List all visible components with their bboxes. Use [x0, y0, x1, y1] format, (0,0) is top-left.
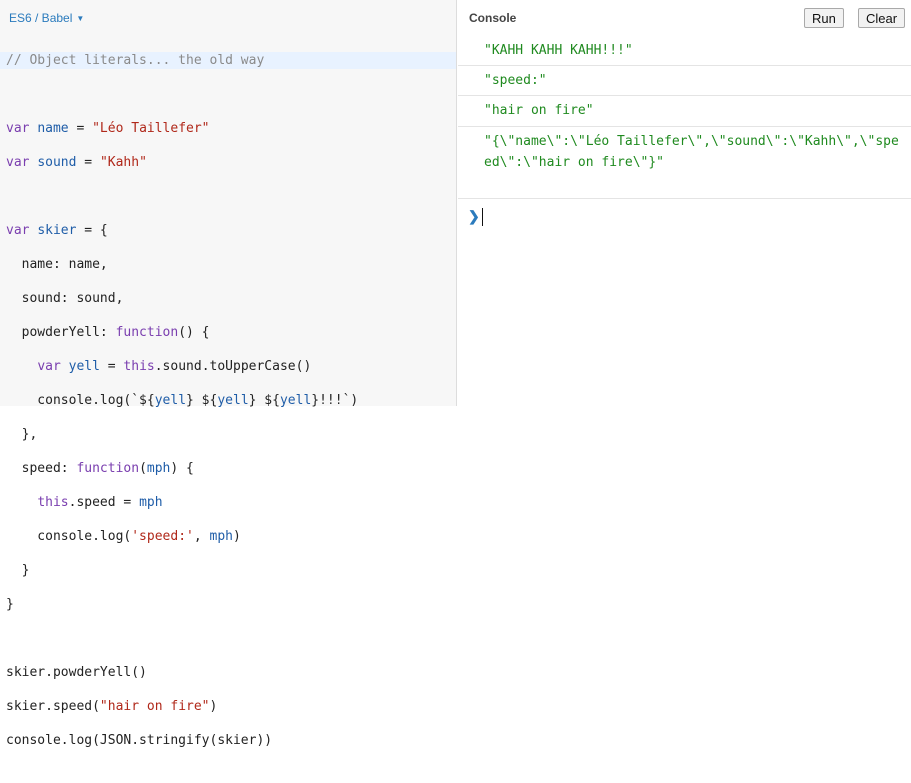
code-line: sound: sound,: [6, 291, 124, 306]
console-output-line: "speed:": [458, 66, 911, 96]
code-line: },: [6, 427, 38, 442]
console-pane: Console Run Clear "KAHH KAHH KAHH!!!" "s…: [458, 0, 911, 406]
code-line: powderYell: function() {: [6, 325, 210, 340]
code-line: // Object literals... the old way: [0, 52, 456, 69]
chevron-down-icon: ▼: [76, 13, 85, 23]
code-line: console.log(`${yell} ${yell} ${yell}!!!`…: [6, 393, 359, 408]
clear-button[interactable]: Clear: [858, 8, 906, 28]
code-line: skier.speed("hair on fire"): [6, 699, 218, 714]
app-root: ES6 / Babel ▼ // Object literals... the …: [0, 0, 911, 748]
prompt-chevron-icon: ❯: [468, 208, 480, 224]
code-line: console.log(JSON.stringify(skier)): [6, 733, 273, 748]
console-output-line: "KAHH KAHH KAHH!!!": [458, 38, 911, 66]
code-line: speed: function(mph) {: [6, 461, 194, 476]
code-line: var sound = "Kahh": [6, 155, 147, 170]
code-line: var yell = this.sound.toUpperCase(): [37, 359, 312, 374]
code-line: this.speed = mph: [37, 495, 163, 510]
console-input-cursor[interactable]: [482, 208, 483, 226]
code-line: name: name,: [6, 257, 108, 272]
code-line: }: [6, 597, 14, 612]
code-line: var name = "Léo Taillefer": [6, 121, 210, 136]
code-area[interactable]: // Object literals... the old way var na…: [0, 35, 456, 783]
console-output-line: "hair on fire": [458, 96, 911, 127]
code-line: console.log('speed:', mph): [6, 529, 241, 544]
language-selector[interactable]: ES6 / Babel ▼: [9, 11, 84, 25]
console-output-line: "{\"name\":\"Léo Taillefer\",\"sound\":\…: [458, 127, 911, 199]
code-line: var skier = {: [6, 223, 108, 238]
code-comment: // Object literals... the old way: [6, 53, 265, 68]
code-line: }: [6, 563, 30, 578]
language-label: ES6 / Babel: [9, 11, 73, 25]
code-editor-pane[interactable]: ES6 / Babel ▼ // Object literals... the …: [0, 0, 457, 748]
run-button[interactable]: Run: [804, 8, 844, 28]
console-title: Console: [469, 11, 517, 25]
code-line: skier.powderYell(): [6, 665, 147, 680]
